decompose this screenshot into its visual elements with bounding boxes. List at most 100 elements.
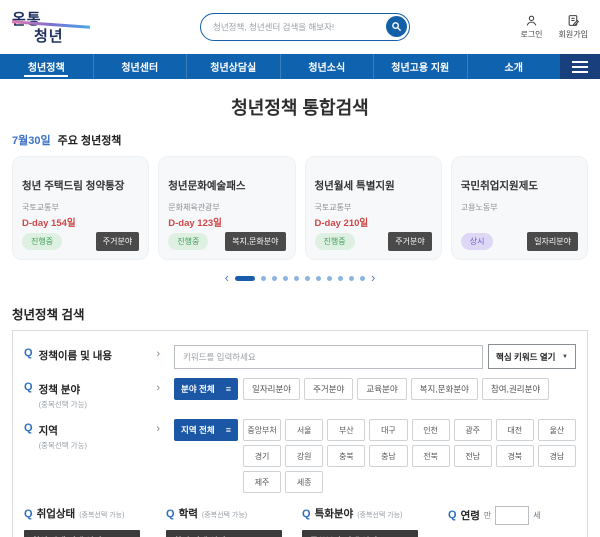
policy-field-note: (중복선택 가능) (38, 400, 88, 409)
carousel-prev-icon[interactable]: ‹ (225, 271, 229, 284)
carousel-next-icon[interactable]: › (371, 271, 375, 284)
region-option[interactable]: 경남 (537, 445, 576, 467)
region-row-content: 지역 전체 ≡ 중앙부처 서울 부산 대구 인천 광주 대전 울산경기 강원 충북 충남 전북 전남 경북… (174, 419, 576, 493)
policy-card-title: 청년 주택드림 청약통장 (22, 180, 125, 192)
policy-field-option[interactable]: 참여,권리분야 (481, 378, 550, 400)
region-label-block: 지역 (중복선택 가능) (39, 423, 87, 451)
region-option[interactable]: 전북 (411, 445, 450, 467)
nav-item[interactable]: 소개 (466, 54, 561, 79)
carousel-dot[interactable] (235, 275, 255, 281)
category-badge[interactable]: 복지,문화분야 (225, 232, 286, 251)
policy-field-all-button[interactable]: 분야 전체 ≡ (174, 378, 238, 400)
logo[interactable]: 온통 청년 (12, 8, 122, 46)
nav-item[interactable]: 청년고용 지원 (373, 54, 467, 79)
region-option[interactable]: 전남 (453, 445, 492, 467)
search-button[interactable] (386, 16, 407, 37)
status-badge: 진행중 (314, 233, 355, 250)
carousel-dot[interactable] (338, 275, 343, 281)
keyword-row: Q 정책이름 및 내용 › 핵심 키워드 열기 ▼ (24, 344, 576, 369)
region-option[interactable]: 중앙부처 (243, 419, 282, 441)
search-q-icon: Q (448, 509, 457, 521)
carousel-dot[interactable] (283, 275, 288, 281)
policy-card[interactable]: 국민취업지원제도 고용노동부 상시 일자리분야 (450, 156, 588, 260)
region-option[interactable]: 세종 (285, 471, 324, 493)
carousel-dot[interactable] (261, 275, 266, 281)
policy-field-option[interactable]: 복지,문화분야 (410, 378, 478, 400)
policy-card[interactable]: 청년문화예술패스 문화체육관광부 D-day 123일 진행중 복지,문화분야 (158, 156, 296, 260)
region-option[interactable]: 경기 (243, 445, 282, 467)
featured-date-suffix: 주요 청년정책 (57, 135, 122, 147)
policy-card[interactable]: 청년월세 특별지원 국토교통부 D-day 210일 진행중 주거분야 (304, 156, 442, 260)
policy-field-option[interactable]: 주거분야 (304, 378, 354, 400)
region-option[interactable]: 제주 (243, 471, 282, 493)
employment-select[interactable]: 취업 상태 선택 열기 ▼ (24, 530, 140, 537)
nav-item[interactable]: 청년정책 (0, 54, 93, 79)
carousel-dot[interactable] (349, 275, 354, 281)
core-keyword-dropdown-label: 핵심 키워드 열기 (496, 351, 556, 362)
core-keyword-dropdown[interactable]: 핵심 키워드 열기 ▼ (488, 344, 576, 369)
search-q-icon: Q (24, 508, 33, 520)
policy-field-label-block: 정책 분야 (중복선택 가능) (39, 382, 87, 410)
region-option[interactable]: 대구 (369, 419, 408, 441)
specialty-group: Q 특화분야 (중복선택 가능) 특화분야 선택 열기 ▼ (302, 506, 448, 537)
policy-field-option[interactable]: 일자리분야 (243, 378, 301, 400)
policy-card[interactable]: 청년 주택드림 청약통장 국토교통부 D-day 154일 진행중 주거분야 (12, 156, 150, 260)
region-all-button[interactable]: 지역 전체 ≡ (174, 419, 238, 441)
education-head: Q 학력 (중복선택 가능) (166, 506, 302, 521)
region-option[interactable]: 대전 (495, 419, 534, 441)
policy-field-option[interactable]: 교육분야 (357, 378, 407, 400)
keyword-row-content: 핵심 키워드 열기 ▼ (174, 344, 576, 369)
signup-button[interactable]: 회원가입 (559, 14, 588, 40)
search-q-icon: Q (24, 347, 33, 359)
keyword-label-block: 정책이름 및 내용 (39, 348, 112, 363)
nav-item[interactable]: 청년소식 (279, 54, 374, 79)
search-section-title: 청년정책 검색 (12, 308, 85, 322)
carousel-dot[interactable] (316, 275, 321, 281)
status-badge: 진행중 (22, 233, 63, 250)
carousel-dot[interactable] (327, 275, 332, 281)
logo-text-line2: 청년 (34, 28, 64, 45)
region-option[interactable]: 부산 (327, 419, 366, 441)
keyword-input[interactable] (174, 344, 483, 369)
category-badge[interactable]: 주거분야 (388, 232, 432, 251)
specialty-select[interactable]: 특화분야 선택 열기 ▼ (302, 530, 418, 537)
search-q-icon: Q (24, 381, 33, 393)
region-option[interactable]: 광주 (453, 419, 492, 441)
carousel-dot[interactable] (360, 275, 365, 281)
policy-card-department: 고용노동부 (460, 203, 498, 212)
region-row-head: Q 지역 (중복선택 가능) › (24, 419, 174, 451)
status-badge: 진행중 (168, 233, 209, 250)
carousel-dots (235, 275, 365, 281)
page-title: 청년정책 통합검색 (231, 98, 369, 118)
extra-filters-row: Q 취업상태 (중복선택 가능) 취업 상태 선택 열기 ▼ Q 학력 (중복선… (24, 506, 576, 537)
policy-card-footer: 진행중 복지,문화분야 (168, 232, 286, 251)
employment-group: Q 취업상태 (중복선택 가능) 취업 상태 선택 열기 ▼ (24, 506, 166, 537)
employment-label: 취업상태 (36, 508, 76, 520)
region-option[interactable]: 충남 (369, 445, 408, 467)
nav-item[interactable]: 청년센터 (92, 54, 187, 79)
signup-label: 회원가입 (558, 30, 588, 39)
category-badge[interactable]: 일자리분야 (527, 232, 578, 251)
hamburger-menu-icon[interactable] (560, 54, 600, 79)
nav-item[interactable]: 청년상담실 (186, 54, 280, 79)
search-icon (392, 22, 402, 32)
region-option[interactable]: 인천 (411, 419, 450, 441)
category-badge[interactable]: 주거분야 (95, 232, 140, 251)
search-q-icon: Q (302, 508, 311, 520)
carousel-dot[interactable] (272, 275, 277, 281)
region-option[interactable]: 경북 (495, 445, 534, 467)
age-group: Q 연령 만 세 (448, 506, 576, 537)
header-search-input[interactable] (213, 22, 379, 32)
region-option[interactable]: 서울 (285, 419, 324, 441)
header-actions: 로그인 회원가입 (488, 14, 588, 40)
carousel-dot[interactable] (305, 275, 310, 281)
region-option[interactable]: 충북 (327, 445, 366, 467)
carousel-dot[interactable] (294, 275, 299, 281)
education-select[interactable]: 학력 선택 열기 ▼ (166, 530, 282, 537)
region-option[interactable]: 강원 (285, 445, 324, 467)
policy-card-dday (461, 215, 578, 227)
age-input[interactable] (495, 506, 530, 525)
policy-field-row: Q 정책 분야 (중복선택 가능) › 분야 전체 ≡ 일자리분야 주거분야 교육분… (24, 378, 576, 410)
login-button[interactable]: 로그인 (520, 14, 543, 40)
region-option[interactable]: 울산 (537, 419, 576, 441)
